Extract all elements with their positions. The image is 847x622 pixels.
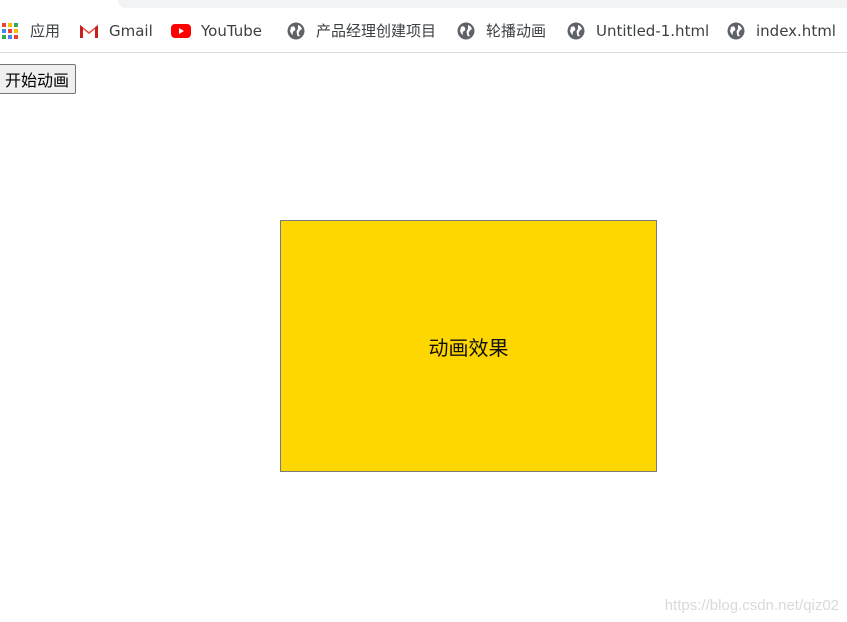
bookmark-apps[interactable]: 应用 (0, 8, 60, 53)
globe-icon (726, 21, 746, 41)
bookmark-label: Untitled-1.html (596, 21, 710, 40)
bookmark-label: 轮播动画 (486, 22, 547, 40)
watermark: https://blog.csdn.net/qiz02 (664, 597, 839, 614)
bookmark-carousel-animation[interactable]: 轮播动画 (456, 8, 546, 53)
bookmark-gmail[interactable]: Gmail (79, 8, 153, 53)
apps-grid-icon (0, 21, 20, 41)
bookmark-label: Gmail (109, 21, 153, 40)
animation-box: 动画效果 (280, 220, 657, 472)
tab-background (118, 0, 847, 8)
bookmarks-bar: 应用 Gmail YouTube 产品经理创建项目 轮播动画 Untitled-… (0, 8, 847, 53)
gmail-icon (79, 21, 99, 41)
globe-icon (456, 21, 476, 41)
bookmark-index-html[interactable]: index.html (726, 8, 836, 53)
bookmark-label: 应用 (30, 22, 61, 40)
tab-strip-edge (0, 0, 847, 8)
youtube-icon (171, 21, 191, 41)
bookmark-product-manager-project[interactable]: 产品经理创建项目 (286, 8, 436, 53)
bookmark-untitled-1[interactable]: Untitled-1.html (566, 8, 709, 53)
animation-box-label: 动画效果 (428, 335, 509, 360)
bookmark-label: 产品经理创建项目 (316, 22, 437, 40)
bookmark-label: index.html (756, 21, 836, 40)
bookmark-youtube[interactable]: YouTube (171, 8, 262, 53)
bookmark-label: YouTube (201, 21, 262, 40)
start-animation-button[interactable]: 开始动画 (0, 64, 77, 94)
globe-icon (286, 21, 306, 41)
globe-icon (566, 21, 586, 41)
